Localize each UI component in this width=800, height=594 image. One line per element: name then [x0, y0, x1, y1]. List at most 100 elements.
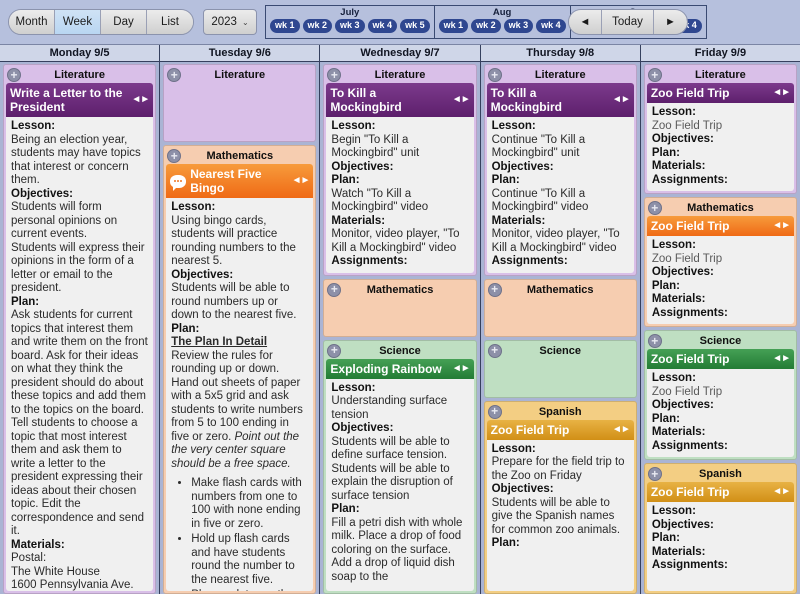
week-chip-july-wk4[interactable]: wk 4 [367, 19, 398, 33]
week-chip-row: wk 1wk 2wk 3wk 4 [438, 19, 566, 33]
lesson-value: Understanding surface tension [331, 395, 448, 421]
add-lesson-icon[interactable] [647, 201, 662, 215]
day-column: Tuesday 9/6 Literature Mathematics Nearest … [160, 45, 321, 594]
week-chip-aug-wk1[interactable]: wk 1 [438, 19, 469, 33]
plan-value: Ask students for current topics that int… [11, 309, 148, 537]
objectives-label: Objectives: [651, 518, 714, 531]
lesson-card-title-bar[interactable]: Zoo Field Trip ◄► [646, 349, 795, 369]
view-mode-day[interactable]: Day [101, 10, 147, 34]
lesson-resize-arrows-icon[interactable]: ◄► [612, 93, 631, 107]
lesson-card-body: Lesson: Zoo Field Trip Objectives: Plan: Mat… [647, 236, 794, 324]
lesson-card[interactable]: To Kill a Mockingbird ◄► Lesson: Begin "To … [326, 83, 474, 273]
view-mode-group[interactable]: Month Week Day List [8, 9, 194, 35]
plan-label: Plan: [331, 503, 360, 515]
lesson-resize-arrows-icon[interactable]: ◄► [772, 485, 791, 499]
lesson-title: Zoo Field Trip [650, 485, 730, 499]
week-chip-july-wk2[interactable]: wk 2 [302, 19, 333, 33]
prev-week-button[interactable]: ◄ [569, 10, 602, 34]
plan-bullet-list: Make flash cards with numbers from one t… [191, 477, 308, 591]
view-mode-month[interactable]: Month [9, 10, 55, 34]
lesson-card[interactable]: Zoo Field Trip ◄► Lesson: Zoo Field Trip Obj… [646, 349, 795, 457]
lesson-value: Prepare for the field trip to the Zoo on… [491, 456, 625, 482]
lesson-card-title-bar[interactable]: To Kill a Mockingbird ◄► [486, 83, 634, 117]
week-chip-july-wk5[interactable]: wk 5 [400, 19, 430, 33]
assignments-label: Assignments: [331, 255, 408, 267]
subject-block-literature: Literature To Kill a Mockingbird ◄► Lesson:… [483, 64, 637, 276]
add-lesson-icon[interactable] [487, 343, 502, 358]
lesson-resize-arrows-icon[interactable]: ◄► [452, 93, 471, 107]
lesson-card-title-bar[interactable]: Zoo Field Trip ◄► [646, 216, 795, 236]
lesson-label: Lesson: [491, 442, 536, 455]
subject-header: Mathematics [166, 148, 313, 164]
lesson-resize-arrows-icon[interactable]: ◄► [131, 93, 150, 107]
lesson-card-body: Lesson: Objectives: Plan: Materials: Assignm… [647, 502, 794, 591]
subject-block-science: Science [483, 339, 637, 398]
materials-value: Monitor, video player, "To Kill a Mockin… [491, 228, 620, 254]
lesson-card[interactable]: Nearest Five Bingo ◄► Lesson: Using bingo c… [166, 164, 314, 591]
lesson-card-title-bar[interactable]: Zoo Field Trip ◄► [646, 482, 795, 502]
week-chip-july-wk3[interactable]: wk 3 [335, 19, 365, 33]
lesson-card[interactable]: Zoo Field Trip ◄► Lesson: Objectives: Plan: M… [646, 482, 795, 591]
add-lesson-icon[interactable] [327, 343, 342, 358]
add-lesson-icon[interactable] [647, 334, 662, 348]
today-button[interactable]: Today [602, 10, 654, 34]
add-lesson-icon[interactable] [487, 282, 502, 297]
add-lesson-icon[interactable] [647, 467, 662, 481]
lesson-resize-arrows-icon[interactable]: ◄► [292, 174, 311, 188]
lesson-label: Lesson: [651, 505, 696, 517]
lesson-value: Being an election year, students may hav… [11, 133, 141, 187]
subject-header: Literature [647, 67, 794, 83]
lesson-card-title-bar[interactable]: Write a Letter to the President ◄► [6, 83, 154, 117]
objectives-label: Objectives: [491, 483, 554, 495]
day-header: Thursday 9/8 [480, 45, 640, 62]
plan-heading: The Plan In Detail [171, 336, 268, 348]
objectives-value: Students will form personal opinions on … [11, 201, 145, 294]
lesson-card[interactable]: Exploding Rainbow ◄► Lesson: Understanding … [326, 358, 474, 591]
week-chip-aug-wk2[interactable]: wk 2 [471, 19, 501, 33]
add-lesson-icon[interactable] [487, 404, 502, 419]
lesson-card-title-bar[interactable]: Zoo Field Trip ◄► [486, 419, 634, 440]
lesson-card-title-bar[interactable]: To Kill a Mockingbird ◄► [326, 83, 474, 117]
year-select[interactable]: 2023 ⌄ [203, 9, 257, 35]
view-mode-list[interactable]: List [147, 10, 193, 34]
plan-bullet-item: Hold up flash cards and have students ro… [191, 533, 308, 587]
objectives-label: Objectives: [331, 422, 394, 434]
lesson-card[interactable]: Write a Letter to the President ◄► Lesson:… [6, 83, 154, 591]
plan-label: Plan: [651, 279, 680, 292]
subject-block-spanish: Spanish Zoo Field Trip ◄► Lesson:Objectives… [643, 463, 798, 594]
date-nav-group[interactable]: ◄ Today ► [568, 9, 688, 35]
subject-block-mathematics: MathematicsZoo Field Trip◄►Lesson:Zoo Fi… [643, 197, 798, 327]
lesson-title: Zoo Field Trip [650, 86, 730, 100]
lesson-card[interactable]: Zoo Field Trip ◄► Lesson: Prepare for the f… [486, 419, 634, 591]
lesson-resize-arrows-icon[interactable]: ◄► [772, 219, 791, 233]
week-chip-aug-wk3[interactable]: wk 3 [503, 19, 534, 33]
add-lesson-icon[interactable] [7, 68, 21, 82]
lesson-label: Lesson: [11, 120, 56, 132]
lesson-card[interactable]: To Kill a Mockingbird ◄► Lesson: Continue "… [486, 83, 634, 273]
lesson-card[interactable]: Zoo Field Trip ◄► Lesson: Zoo Field Trip Obj… [646, 83, 795, 191]
lesson-card-title-bar[interactable]: Zoo Field Trip ◄► [646, 83, 795, 103]
lesson-value: Begin "To Kill a Mockingbird" unit [331, 133, 420, 160]
subject-header: Literature [6, 67, 153, 83]
lesson-resize-arrows-icon[interactable]: ◄► [772, 352, 791, 366]
week-chip-july-wk1[interactable]: wk 1 [270, 19, 300, 33]
lesson-card-title-bar[interactable]: Nearest Five Bingo ◄► [166, 164, 314, 198]
add-lesson-icon[interactable] [647, 68, 662, 82]
add-lesson-icon[interactable] [487, 68, 502, 82]
subject-block-mathematics: Mathematics [323, 278, 477, 337]
lesson-resize-arrows-icon[interactable]: ◄► [612, 423, 631, 437]
view-mode-week[interactable]: Week [55, 10, 101, 34]
add-lesson-icon[interactable] [327, 282, 342, 297]
add-lesson-icon[interactable] [167, 68, 182, 82]
lesson-resize-arrows-icon[interactable]: ◄► [772, 86, 791, 100]
day-body: Literature Write a Letter to the Presiden… [0, 62, 159, 594]
next-week-button[interactable]: ► [654, 10, 687, 34]
day-header: Wednesday 9/7 [320, 45, 480, 62]
week-chip-aug-wk4[interactable]: wk 4 [536, 19, 566, 33]
lesson-card[interactable]: Zoo Field Trip ◄► Lesson: Zoo Field Trip Obj… [646, 216, 795, 324]
subject-name: Literature [214, 69, 266, 81]
lesson-card-title-bar[interactable]: Exploding Rainbow ◄► [326, 358, 474, 379]
add-lesson-icon[interactable] [167, 149, 182, 163]
lesson-resize-arrows-icon[interactable]: ◄► [452, 362, 471, 376]
add-lesson-icon[interactable] [327, 68, 342, 82]
